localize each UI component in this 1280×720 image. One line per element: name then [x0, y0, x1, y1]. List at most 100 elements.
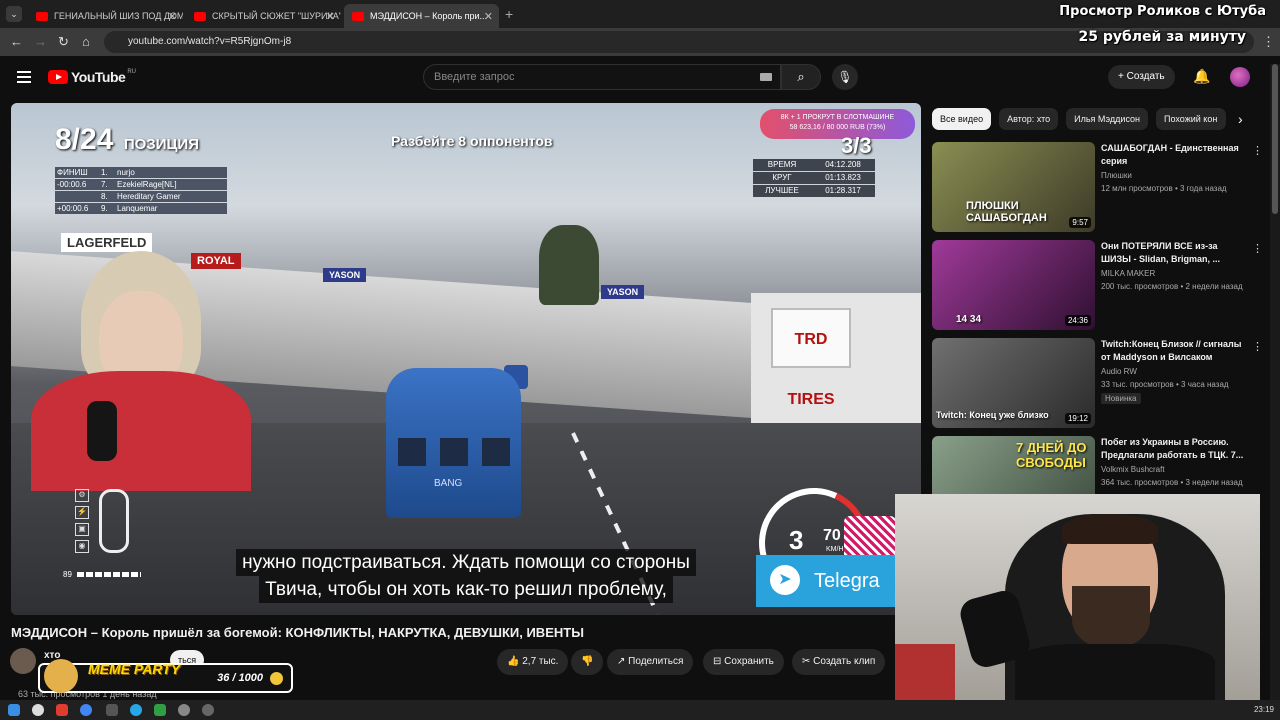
- recommendation-channel[interactable]: Volkmix Bushcraft: [1101, 465, 1165, 474]
- chip-ilya-maddison[interactable]: Илья Мэддисон: [1066, 108, 1149, 130]
- recommendation-channel[interactable]: Плюшки: [1101, 171, 1132, 180]
- trackside-banner: YASON: [601, 285, 645, 299]
- search-button[interactable]: ⌕: [781, 64, 821, 90]
- video-thumbnail[interactable]: ПЛЮШКИ САШАБОГДАН 9:57: [932, 142, 1095, 232]
- like-count: 2,7 тыс.: [522, 656, 559, 667]
- browser-tab-active[interactable]: МЭДДИСОН – Король при... ✕: [344, 4, 499, 28]
- streamer-body: [31, 371, 251, 491]
- obs-app-icon[interactable]: [202, 704, 214, 716]
- channel-avatar[interactable]: [10, 648, 36, 674]
- create-button[interactable]: + Создать: [1108, 65, 1175, 89]
- browser-tab[interactable]: ГЕНИАЛЬНЫЙ ШИЗ ПОД ДОМ... ✕: [28, 4, 183, 28]
- new-badge: Новинка: [1101, 393, 1141, 404]
- caption-line: нужно подстраиваться. Ждать помощи со ст…: [236, 549, 696, 576]
- youtube-header: YouTube RU Введите запрос ⌕ 🎙 + Создать …: [0, 56, 1280, 100]
- tab-search-button[interactable]: ⌄: [6, 6, 22, 22]
- tab-close-icon[interactable]: ✕: [326, 10, 335, 23]
- chevron-right-icon[interactable]: ›: [1238, 111, 1243, 127]
- trackside-banner: LAGERFELD: [61, 233, 153, 252]
- share-label: Поделиться: [628, 656, 684, 667]
- trackside-banner: TRD TIRES: [771, 308, 851, 408]
- thumbnail-text: 14 34: [956, 314, 982, 325]
- page-scrollbar[interactable]: [1270, 64, 1280, 700]
- standings-place: 8.: [101, 192, 108, 201]
- chrome-app-icon[interactable]: [80, 704, 92, 716]
- chip-author[interactable]: Автор: хто: [999, 108, 1059, 130]
- tab-title: ГЕНИАЛЬНЫЙ ШИЗ ПОД ДОМ...: [54, 11, 183, 21]
- video-thumbnail[interactable]: 7 ДНЕЙ ДО СВОБОДЫ: [932, 436, 1095, 494]
- recommendation-meta: 33 тыс. просмотров • 3 часа назад: [1101, 380, 1229, 389]
- recommendation-title[interactable]: Побег из Украины в Россию. Предлагали ра…: [1101, 436, 1246, 462]
- more-options-icon[interactable]: ⋮: [1252, 144, 1263, 157]
- recommendation-title[interactable]: САШАБОГДАН - Единственная серия: [1101, 142, 1246, 168]
- save-label: Сохранить: [724, 656, 774, 667]
- voice-search-button[interactable]: 🎙: [832, 64, 858, 90]
- duration-badge: 9:57: [1069, 217, 1091, 228]
- microphone-icon: [87, 401, 117, 461]
- app-icon[interactable]: [106, 704, 118, 716]
- recommendation-title[interactable]: Они ПОТЕРЯЛИ ВСЕ из-за ШИЗЫ - Slidan, Br…: [1101, 240, 1246, 266]
- youtube-favicon-icon: [352, 11, 364, 21]
- scissors-icon: ✂: [802, 656, 811, 667]
- video-thumbnail[interactable]: 14 34 24:36: [932, 240, 1095, 330]
- trackside-banner: YASON: [323, 268, 367, 282]
- app-icon[interactable]: [178, 704, 190, 716]
- standings-place: 7.: [101, 180, 108, 189]
- youtube-logo[interactable]: YouTube RU: [48, 69, 136, 85]
- scrollbar-thumb[interactable]: [1272, 64, 1278, 214]
- more-options-icon[interactable]: ⋮: [1252, 242, 1263, 255]
- recommendation-item[interactable]: 14 34 24:36 Они ПОТЕРЯЛИ ВСЕ из-за ШИЗЫ …: [932, 240, 1263, 332]
- standings-row: +00:00.6 9. Lanquemar: [55, 203, 227, 214]
- app-icon[interactable]: [154, 704, 166, 716]
- race-position: 8/24 ПОЗИЦИЯ: [55, 123, 199, 157]
- like-button[interactable]: 👍 2,7 тыс.: [497, 649, 569, 675]
- timing-key: ВРЕМЯ: [767, 160, 797, 169]
- telegram-app-icon[interactable]: [130, 704, 142, 716]
- recommendation-item[interactable]: Twitch: Конец уже близко 19:12 Twitch:Ко…: [932, 338, 1263, 430]
- recommendation-title[interactable]: Twitch:Конец Близок // сигналы от Maddys…: [1101, 338, 1246, 364]
- share-button[interactable]: ↗ Поделиться: [607, 649, 694, 675]
- browser-app-icon[interactable]: [32, 704, 44, 716]
- recommendation-channel[interactable]: MILKA MAKER: [1101, 269, 1155, 278]
- new-tab-button[interactable]: +: [505, 6, 513, 22]
- recommendation-meta: 12 млн просмотров • 3 года назад: [1101, 184, 1227, 193]
- keyboard-icon[interactable]: [760, 73, 772, 81]
- more-options-icon[interactable]: ⋮: [1252, 340, 1263, 353]
- streamer-webcam-overlay: [21, 251, 251, 491]
- alert-progress: 58 623,16 / 80 000 RUB (73%): [789, 124, 886, 131]
- recommendation-item[interactable]: 7 ДНЕЙ ДО СВОБОДЫ Побег из Украины в Рос…: [932, 436, 1262, 494]
- stream-overlay-title: Просмотр Роликов с Ютуба: [1059, 4, 1266, 19]
- chip-similar[interactable]: Похожий кон: [1156, 108, 1227, 130]
- video-thumbnail[interactable]: Twitch: Конец уже близко 19:12: [932, 338, 1095, 428]
- region-code: RU: [127, 69, 136, 75]
- save-button[interactable]: ⊟ Сохранить: [703, 649, 784, 675]
- account-avatar[interactable]: [1230, 67, 1250, 87]
- browser-menu-icon[interactable]: ⋮: [1262, 34, 1275, 50]
- browser-tab[interactable]: СКРЫТЫЙ СЮЖЕТ "ШУРИКА" ✕: [186, 4, 341, 28]
- standings-gap: ФИНИШ: [57, 168, 88, 177]
- tab-close-icon[interactable]: ✕: [168, 10, 177, 23]
- streamer-body: [1015, 644, 1215, 700]
- menu-icon[interactable]: [17, 71, 31, 86]
- tab-close-icon[interactable]: ✕: [484, 10, 493, 23]
- reload-icon[interactable]: ↻: [58, 34, 69, 50]
- yandex-app-icon[interactable]: [56, 704, 68, 716]
- recommendation-meta: 364 тыс. просмотров • 3 недели назад: [1101, 478, 1243, 487]
- url-text: youtube.com/watch?v=R5RjgnOm-j8: [128, 36, 292, 47]
- timing-value: 04:12.208: [825, 160, 861, 169]
- chip-all-videos[interactable]: Все видео: [932, 108, 992, 130]
- dislike-button[interactable]: 👎: [571, 649, 604, 675]
- car-outline-icon: [99, 489, 129, 553]
- recommendation-item[interactable]: ПЛЮШКИ САШАБОГДАН 9:57 САШАБОГДАН - Един…: [932, 142, 1263, 234]
- search-input[interactable]: Введите запрос: [423, 64, 781, 90]
- start-menu-icon[interactable]: [8, 704, 20, 716]
- back-icon[interactable]: ←: [10, 34, 23, 49]
- position-label: ПОЗИЦИЯ: [123, 136, 199, 153]
- meme-party-widget: MEME PARTY 36 / 1000: [38, 659, 293, 693]
- home-icon[interactable]: ⌂: [82, 34, 90, 49]
- forward-icon[interactable]: →: [34, 34, 47, 49]
- video-player[interactable]: LAGERFELD ROYAL YASON YASON TRD TIRES BA…: [11, 103, 921, 615]
- notifications-bell-icon[interactable]: 🔔: [1193, 68, 1210, 85]
- recommendation-channel[interactable]: Audio RW: [1101, 367, 1137, 376]
- clip-button[interactable]: ✂ Создать клип: [792, 649, 886, 675]
